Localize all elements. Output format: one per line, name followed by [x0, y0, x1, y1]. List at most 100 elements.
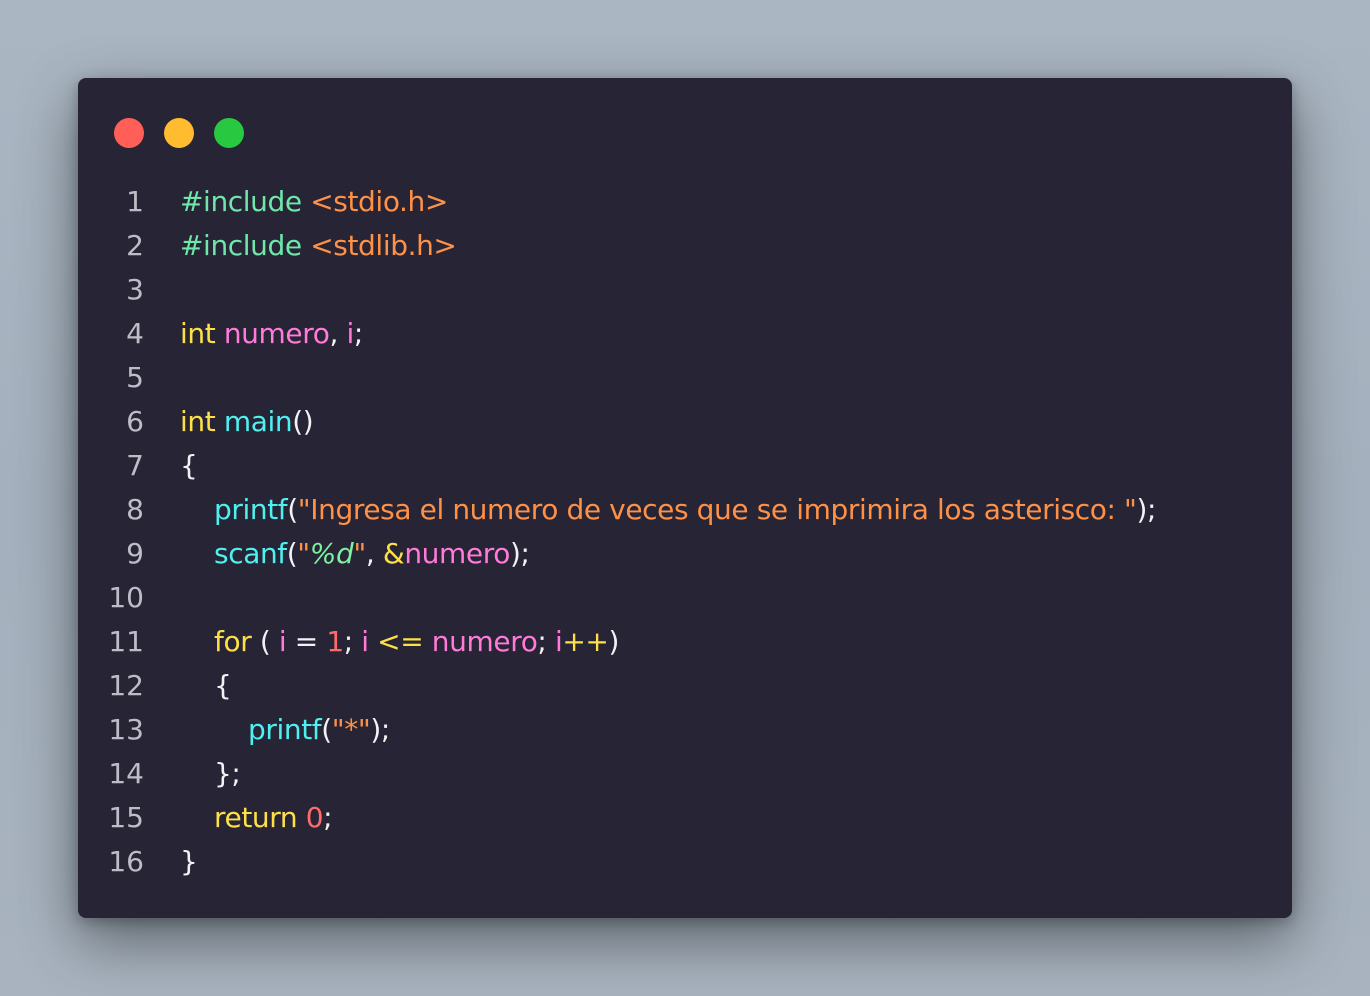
code-line: 12 {	[78, 664, 1292, 708]
code-editor: 1 #include <stdio.h> 2 #include <stdlib.h> 3…	[78, 180, 1292, 884]
code-token: printf	[248, 713, 322, 746]
line-number: 10	[108, 581, 144, 614]
code-token: 0	[305, 801, 324, 834]
line-source: scanf("%d", &numero);	[180, 532, 530, 576]
code-token: return	[214, 801, 298, 834]
line-number: 11	[108, 625, 144, 658]
code-token: ,	[365, 537, 383, 570]
code-token: ++	[562, 625, 609, 658]
code-token: <=	[368, 625, 432, 658]
code-token: {	[180, 449, 198, 482]
code-line: 5	[78, 356, 1292, 400]
code-token: {	[214, 669, 232, 702]
line-source: return 0;	[180, 796, 333, 840]
line-source: {	[180, 444, 198, 488]
code-token: (	[251, 625, 279, 658]
code-token: i	[361, 625, 369, 658]
line-source: int numero, i;	[180, 312, 363, 356]
code-token: <stdlib.h>	[310, 229, 457, 262]
code-token: )	[608, 625, 620, 658]
code-line: 9 scanf("%d", &numero);	[78, 532, 1292, 576]
code-token: main	[223, 405, 293, 438]
code-token: ;	[323, 801, 333, 834]
code-token: ,	[329, 317, 347, 350]
line-source: {	[180, 664, 232, 708]
line-source: #include <stdio.h>	[180, 180, 448, 224]
code-token: int	[180, 317, 216, 350]
code-token: #include	[180, 185, 302, 218]
line-number: 7	[126, 449, 144, 482]
line-source: printf("Ingresa el numero de veces que s…	[180, 488, 1156, 532]
code-token: (	[321, 713, 332, 746]
minimize-window-icon[interactable]	[164, 118, 194, 148]
code-token: (	[287, 493, 298, 526]
code-line: 2 #include <stdlib.h>	[78, 224, 1292, 268]
line-number: 4	[126, 317, 144, 350]
code-token: <stdio.h>	[310, 185, 448, 218]
code-token: scanf	[214, 537, 287, 570]
code-token: );	[1136, 493, 1157, 526]
line-number: 1	[126, 185, 144, 218]
code-line: 16}	[78, 840, 1292, 884]
code-line: 15 return 0;	[78, 796, 1292, 840]
code-token: printf	[214, 493, 288, 526]
line-number: 12	[108, 669, 144, 702]
code-token: =	[286, 625, 327, 658]
code-token: i	[346, 317, 354, 350]
code-token: "*"	[331, 713, 371, 746]
code-token: %d	[309, 537, 354, 570]
code-token: numero	[404, 537, 510, 570]
code-line: 6 int main()	[78, 400, 1292, 444]
code-token: ;	[537, 625, 555, 658]
code-token: &	[382, 537, 405, 570]
line-number: 6	[126, 405, 144, 438]
line-source: };	[180, 752, 241, 796]
line-number: 5	[126, 361, 144, 394]
line-number: 8	[126, 493, 144, 526]
code-token: ()	[292, 405, 314, 438]
code-token: );	[370, 713, 390, 746]
line-source: #include <stdlib.h>	[180, 224, 457, 268]
code-line: 1 #include <stdio.h>	[78, 180, 1292, 224]
line-source: printf("*");	[180, 708, 390, 752]
line-number: 2	[126, 229, 144, 262]
code-token: "Ingresa el numero de veces que se impri…	[297, 493, 1137, 526]
code-line: 10	[78, 576, 1292, 620]
code-line: 4 int numero, i;	[78, 312, 1292, 356]
line-number: 3	[126, 273, 144, 306]
code-token: "	[297, 537, 310, 570]
line-number: 9	[126, 537, 144, 570]
code-line: 13 printf("*");	[78, 708, 1292, 752]
code-token: numero	[223, 317, 330, 350]
code-line: 8 printf("Ingresa el numero de veces que…	[78, 488, 1292, 532]
line-source: for ( i = 1; i <= numero; i++)	[180, 620, 619, 664]
code-token: ;	[343, 625, 362, 658]
close-window-icon[interactable]	[114, 118, 144, 148]
code-token: ;	[353, 317, 363, 350]
code-token: }	[180, 845, 198, 878]
zoom-window-icon[interactable]	[214, 118, 244, 148]
line-source: }	[180, 840, 198, 884]
code-token: #include	[180, 229, 302, 262]
line-number: 13	[108, 713, 144, 746]
code-window: 1 #include <stdio.h> 2 #include <stdlib.h> 3…	[78, 78, 1292, 918]
code-token: (	[286, 537, 298, 570]
line-number: 15	[108, 801, 144, 834]
code-token: );	[509, 537, 530, 570]
code-line: 3	[78, 268, 1292, 312]
line-source: int main()	[180, 400, 314, 444]
code-token: numero	[431, 625, 538, 658]
line-number: 16	[108, 845, 144, 878]
code-token: for	[214, 625, 252, 658]
code-line: 14 };	[78, 752, 1292, 796]
